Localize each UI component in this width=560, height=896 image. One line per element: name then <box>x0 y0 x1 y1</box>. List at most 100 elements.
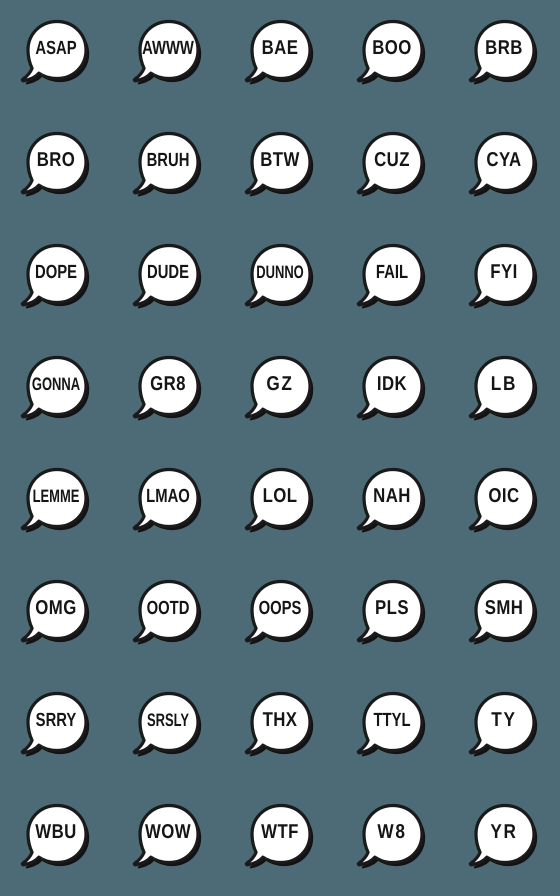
sticker-lb[interactable]: LB <box>448 336 560 448</box>
speech-bubble-icon: GONNA <box>17 353 95 431</box>
speech-bubble-shape <box>132 467 202 533</box>
speech-bubble-icon: DUDE <box>129 241 207 319</box>
speech-bubble-icon: OOPS <box>241 577 319 655</box>
speech-bubble-icon: BRO <box>17 129 95 207</box>
sticker-srry[interactable]: SRRY <box>0 672 112 784</box>
sticker-idk[interactable]: IDK <box>336 336 448 448</box>
speech-bubble-shape <box>468 579 538 645</box>
speech-bubble-icon: GR8 <box>129 353 207 431</box>
sticker-cuz[interactable]: CUZ <box>336 112 448 224</box>
sticker-gr8[interactable]: GR8 <box>112 336 224 448</box>
sticker-oops[interactable]: OOPS <box>224 560 336 672</box>
speech-bubble-icon: OMG <box>17 577 95 655</box>
speech-bubble-shape <box>20 803 90 869</box>
sticker-brb[interactable]: BRB <box>448 0 560 112</box>
sticker-srsly[interactable]: SRSLY <box>112 672 224 784</box>
speech-bubble-icon: WOW <box>129 801 207 879</box>
sticker-nah[interactable]: NAH <box>336 448 448 560</box>
sticker-ttyl[interactable]: TTYL <box>336 672 448 784</box>
sticker-lol[interactable]: LOL <box>224 448 336 560</box>
speech-bubble-shape <box>244 243 314 309</box>
speech-bubble-icon: SRRY <box>17 689 95 767</box>
speech-bubble-shape <box>20 19 90 85</box>
speech-bubble-icon: W8 <box>353 801 431 879</box>
sticker-oic[interactable]: OIC <box>448 448 560 560</box>
speech-bubble-shape <box>132 579 202 645</box>
sticker-thx[interactable]: THX <box>224 672 336 784</box>
sticker-lmao[interactable]: LMAO <box>112 448 224 560</box>
speech-bubble-icon: CYA <box>465 129 543 207</box>
speech-bubble-icon: LMAO <box>129 465 207 543</box>
speech-bubble-shape <box>356 803 426 869</box>
sticker-fyi[interactable]: FYI <box>448 224 560 336</box>
sticker-cya[interactable]: CYA <box>448 112 560 224</box>
speech-bubble-icon: PLS <box>353 577 431 655</box>
sticker-bro[interactable]: BRO <box>0 112 112 224</box>
speech-bubble-icon: OOTD <box>129 577 207 655</box>
speech-bubble-shape <box>468 131 538 197</box>
sticker-fail[interactable]: FAIL <box>336 224 448 336</box>
speech-bubble-icon: FAIL <box>353 241 431 319</box>
sticker-pls[interactable]: PLS <box>336 560 448 672</box>
speech-bubble-shape <box>244 691 314 757</box>
sticker-w8[interactable]: W8 <box>336 784 448 896</box>
sticker-smh[interactable]: SMH <box>448 560 560 672</box>
sticker-yr[interactable]: YR <box>448 784 560 896</box>
speech-bubble-shape <box>468 467 538 533</box>
speech-bubble-shape <box>132 691 202 757</box>
speech-bubble-shape <box>20 243 90 309</box>
sticker-ty[interactable]: TY <box>448 672 560 784</box>
sticker-wtf[interactable]: WTF <box>224 784 336 896</box>
speech-bubble-icon: BOO <box>353 17 431 95</box>
speech-bubble-icon: DUNNO <box>241 241 319 319</box>
sticker-dude[interactable]: DUDE <box>112 224 224 336</box>
speech-bubble-shape <box>132 131 202 197</box>
sticker-gz[interactable]: GZ <box>224 336 336 448</box>
sticker-dope[interactable]: DOPE <box>0 224 112 336</box>
sticker-awww[interactable]: AWWW <box>112 0 224 112</box>
speech-bubble-shape <box>20 691 90 757</box>
sticker-gonna[interactable]: GONNA <box>0 336 112 448</box>
speech-bubble-icon: OIC <box>465 465 543 543</box>
speech-bubble-icon: CUZ <box>353 129 431 207</box>
speech-bubble-icon: BRB <box>465 17 543 95</box>
speech-bubble-shape <box>20 131 90 197</box>
speech-bubble-shape <box>356 19 426 85</box>
speech-bubble-icon: LB <box>465 353 543 431</box>
sticker-grid: ASAP AWWW BAE BOO BRB BRO BRUH BTW CUZ CYA DOPE DUD… <box>0 0 560 896</box>
sticker-omg[interactable]: OMG <box>0 560 112 672</box>
speech-bubble-shape <box>468 19 538 85</box>
speech-bubble-shape <box>20 355 90 421</box>
speech-bubble-icon: THX <box>241 689 319 767</box>
speech-bubble-icon: TY <box>465 689 543 767</box>
sticker-boo[interactable]: BOO <box>336 0 448 112</box>
speech-bubble-icon: WTF <box>241 801 319 879</box>
speech-bubble-shape <box>132 803 202 869</box>
speech-bubble-icon: YR <box>465 801 543 879</box>
speech-bubble-shape <box>244 355 314 421</box>
sticker-bae[interactable]: BAE <box>224 0 336 112</box>
sticker-btw[interactable]: BTW <box>224 112 336 224</box>
speech-bubble-shape <box>244 803 314 869</box>
speech-bubble-shape <box>356 467 426 533</box>
speech-bubble-icon: TTYL <box>353 689 431 767</box>
speech-bubble-icon: AWWW <box>129 17 207 95</box>
sticker-wbu[interactable]: WBU <box>0 784 112 896</box>
sticker-lemme[interactable]: LEMME <box>0 448 112 560</box>
sticker-wow[interactable]: WOW <box>112 784 224 896</box>
speech-bubble-icon: BTW <box>241 129 319 207</box>
sticker-ootd[interactable]: OOTD <box>112 560 224 672</box>
sticker-dunno[interactable]: DUNNO <box>224 224 336 336</box>
speech-bubble-icon: GZ <box>241 353 319 431</box>
speech-bubble-shape <box>468 803 538 869</box>
speech-bubble-shape <box>20 579 90 645</box>
speech-bubble-icon: LOL <box>241 465 319 543</box>
speech-bubble-icon: ASAP <box>17 17 95 95</box>
sticker-asap[interactable]: ASAP <box>0 0 112 112</box>
speech-bubble-shape <box>132 243 202 309</box>
speech-bubble-shape <box>468 355 538 421</box>
speech-bubble-icon: FYI <box>465 241 543 319</box>
speech-bubble-shape <box>20 467 90 533</box>
speech-bubble-icon: BRUH <box>129 129 207 207</box>
sticker-bruh[interactable]: BRUH <box>112 112 224 224</box>
